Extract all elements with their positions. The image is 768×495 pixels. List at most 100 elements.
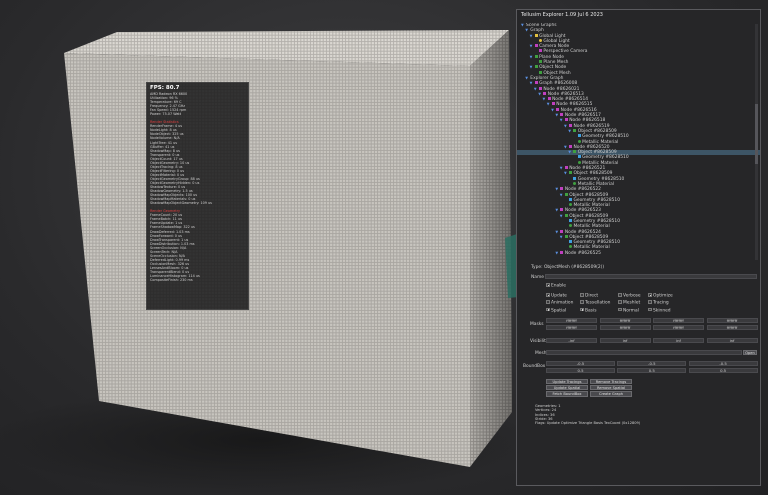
update-spatial-button[interactable]: Update Spatial bbox=[546, 385, 588, 391]
tree-node-label: Global Light bbox=[539, 33, 566, 39]
remove-tracings-button[interactable]: Remove Tracings bbox=[590, 379, 632, 385]
checkbox-box[interactable] bbox=[618, 300, 622, 305]
checkbox-label: Optimize bbox=[652, 293, 673, 299]
flag-checkbox-skinned[interactable]: Skinned bbox=[648, 307, 671, 313]
render-stats: RenderFrame: 4 us NodeLight: 8 us NodeObje… bbox=[150, 124, 245, 205]
mesh-input[interactable] bbox=[546, 350, 742, 355]
tree-scrollbar-thumb[interactable] bbox=[755, 104, 758, 164]
boundbox-field[interactable]: 0.5 bbox=[546, 368, 615, 373]
tree-scrollbar[interactable] bbox=[755, 24, 758, 260]
checkbox-label: Basis bbox=[584, 308, 597, 313]
tree-node-label: Node #8626523 bbox=[564, 208, 601, 214]
enable-checkbox[interactable]: Enable bbox=[546, 283, 566, 288]
flag-checkbox-update[interactable]: Update bbox=[546, 293, 567, 298]
flag-checkbox-spatial[interactable]: Spatial bbox=[546, 307, 566, 313]
checkbox-box[interactable] bbox=[618, 293, 622, 297]
mesh-icon bbox=[577, 155, 581, 159]
tree-node-label: Object #8628509 bbox=[569, 192, 609, 198]
flag-checkbox-meshlet[interactable]: Meshlet bbox=[618, 300, 641, 306]
checkbox-label: Animation bbox=[550, 300, 574, 306]
flag-checkbox-direct[interactable]: Direct bbox=[580, 293, 598, 298]
node-icon bbox=[534, 81, 538, 85]
boundbox-label: BoundBox bbox=[523, 364, 546, 369]
flag-checkbox-normal[interactable]: Normal bbox=[618, 307, 639, 313]
node-icon bbox=[560, 113, 564, 117]
checkbox-label: Verbose bbox=[622, 293, 641, 299]
flag-checkbox-optimize[interactable]: Optimize bbox=[648, 293, 673, 298]
mask-field[interactable]: ffffffff bbox=[706, 325, 758, 330]
mesh-icon bbox=[538, 70, 542, 74]
flag-checkbox-basis[interactable]: Basis bbox=[580, 307, 597, 313]
boundbox-field[interactable]: 0.5 bbox=[688, 368, 758, 373]
tree-node-label: Object Mesh bbox=[543, 70, 571, 76]
scene-tree[interactable]: ▼ Scene Graphs ▼ Graph ▼ Global Light Global L… bbox=[517, 23, 760, 261]
tree-node-label: Node #8626518 bbox=[569, 118, 606, 124]
enable-checkbox-box[interactable] bbox=[546, 283, 550, 287]
fetch-boundbox-button[interactable]: Fetch BoundBox bbox=[546, 391, 588, 397]
geometry-info: Geometries: 1 Vertices: 24 Indices: 36 Stri… bbox=[535, 404, 640, 425]
boundbox-field[interactable]: -0.5 bbox=[617, 361, 687, 366]
checkbox-box[interactable] bbox=[618, 307, 622, 312]
visibility-field[interactable]: inf bbox=[653, 338, 704, 343]
tree-node-label: Node #8626516 bbox=[560, 107, 597, 113]
flag-checkbox-animation[interactable]: Animation bbox=[546, 300, 574, 306]
checkbox-label: Meshlet bbox=[622, 300, 641, 306]
visibility-field[interactable]: -inf bbox=[546, 338, 597, 343]
mask-field[interactable]: ffffffff bbox=[546, 325, 597, 330]
material-icon bbox=[569, 224, 572, 228]
node-icon bbox=[573, 128, 577, 132]
name-input[interactable] bbox=[545, 274, 757, 279]
node-icon bbox=[564, 234, 568, 238]
explorer-panel[interactable]: Tellusim Explorer 1.09 Jul 6 2023 ▼ Scene… bbox=[516, 9, 761, 486]
checkbox-box[interactable] bbox=[648, 307, 652, 312]
update-tracings-button[interactable]: Update Tracings bbox=[546, 379, 588, 385]
tree-node-label: Object Node bbox=[539, 65, 567, 71]
flag-checkbox-tracing[interactable]: Tracing bbox=[648, 300, 669, 306]
checkbox-box[interactable] bbox=[580, 307, 584, 312]
node-icon bbox=[569, 123, 572, 127]
stats-overlay: FPS: 80.7 AMD Radeon RX 6600 Utilization:… bbox=[146, 82, 249, 310]
node-icon bbox=[560, 187, 564, 191]
checkbox-box[interactable] bbox=[648, 300, 652, 305]
material-icon bbox=[573, 181, 577, 185]
checkbox-box[interactable] bbox=[580, 300, 584, 305]
mask-field[interactable]: ffffffff bbox=[599, 325, 651, 330]
visibility-field[interactable]: inf bbox=[599, 338, 651, 343]
visibility-field[interactable]: inf bbox=[706, 338, 758, 343]
geometry-stats: FrameCount: 20 us FrameBatch: 11 us FrameU… bbox=[150, 213, 245, 282]
checkbox-box[interactable] bbox=[546, 307, 550, 312]
checkbox-box[interactable] bbox=[546, 293, 550, 297]
mask-field[interactable]: ffffffff bbox=[653, 318, 704, 323]
tree-node-label: Geometry #8628510 bbox=[582, 155, 629, 161]
node-icon bbox=[534, 33, 538, 37]
mask-field[interactable]: ffffffff bbox=[599, 318, 651, 323]
node-icon bbox=[564, 118, 568, 122]
open-button[interactable]: Open bbox=[743, 350, 757, 356]
checkbox-label: Tessellation bbox=[584, 300, 611, 306]
flag-checkbox-tessellation[interactable]: Tessellation bbox=[580, 300, 611, 306]
mask-field[interactable]: ffffffff bbox=[546, 318, 597, 323]
tree-node[interactable]: ▼ Node #8626525 bbox=[517, 250, 760, 256]
name-label: Name bbox=[531, 275, 544, 280]
tree-node-label: Graph #8626008 bbox=[539, 81, 578, 87]
checkbox-box[interactable] bbox=[580, 293, 584, 297]
camera-icon bbox=[538, 49, 542, 53]
mesh-icon bbox=[569, 240, 572, 244]
boundbox-field[interactable]: -0.5 bbox=[688, 361, 758, 366]
remove-spatial-button[interactable]: Remove Spatial bbox=[590, 385, 632, 391]
flag-checkbox-verbose[interactable]: Verbose bbox=[618, 293, 641, 298]
checkbox-box[interactable] bbox=[546, 300, 550, 305]
mask-field[interactable]: ffffffff bbox=[706, 318, 758, 323]
checkbox-box[interactable] bbox=[648, 293, 652, 297]
node-icon bbox=[534, 65, 538, 69]
boundbox-field[interactable]: -0.5 bbox=[546, 361, 615, 366]
create-graph-button[interactable]: Create Graph bbox=[590, 391, 632, 397]
node-icon bbox=[569, 171, 572, 175]
gpu-stats: AMD Radeon RX 6600 Utilization: 96 % Tempe… bbox=[150, 92, 245, 116]
fps-counter: FPS: 80.7 bbox=[150, 85, 180, 91]
mask-field[interactable]: ffffffff bbox=[653, 325, 704, 330]
tree-node-label: Perspective Camera bbox=[543, 49, 588, 55]
tree-node-label: Object #8628509 bbox=[573, 171, 613, 177]
mesh-label: Mesh bbox=[535, 351, 547, 356]
boundbox-field[interactable]: 0.5 bbox=[617, 368, 687, 373]
